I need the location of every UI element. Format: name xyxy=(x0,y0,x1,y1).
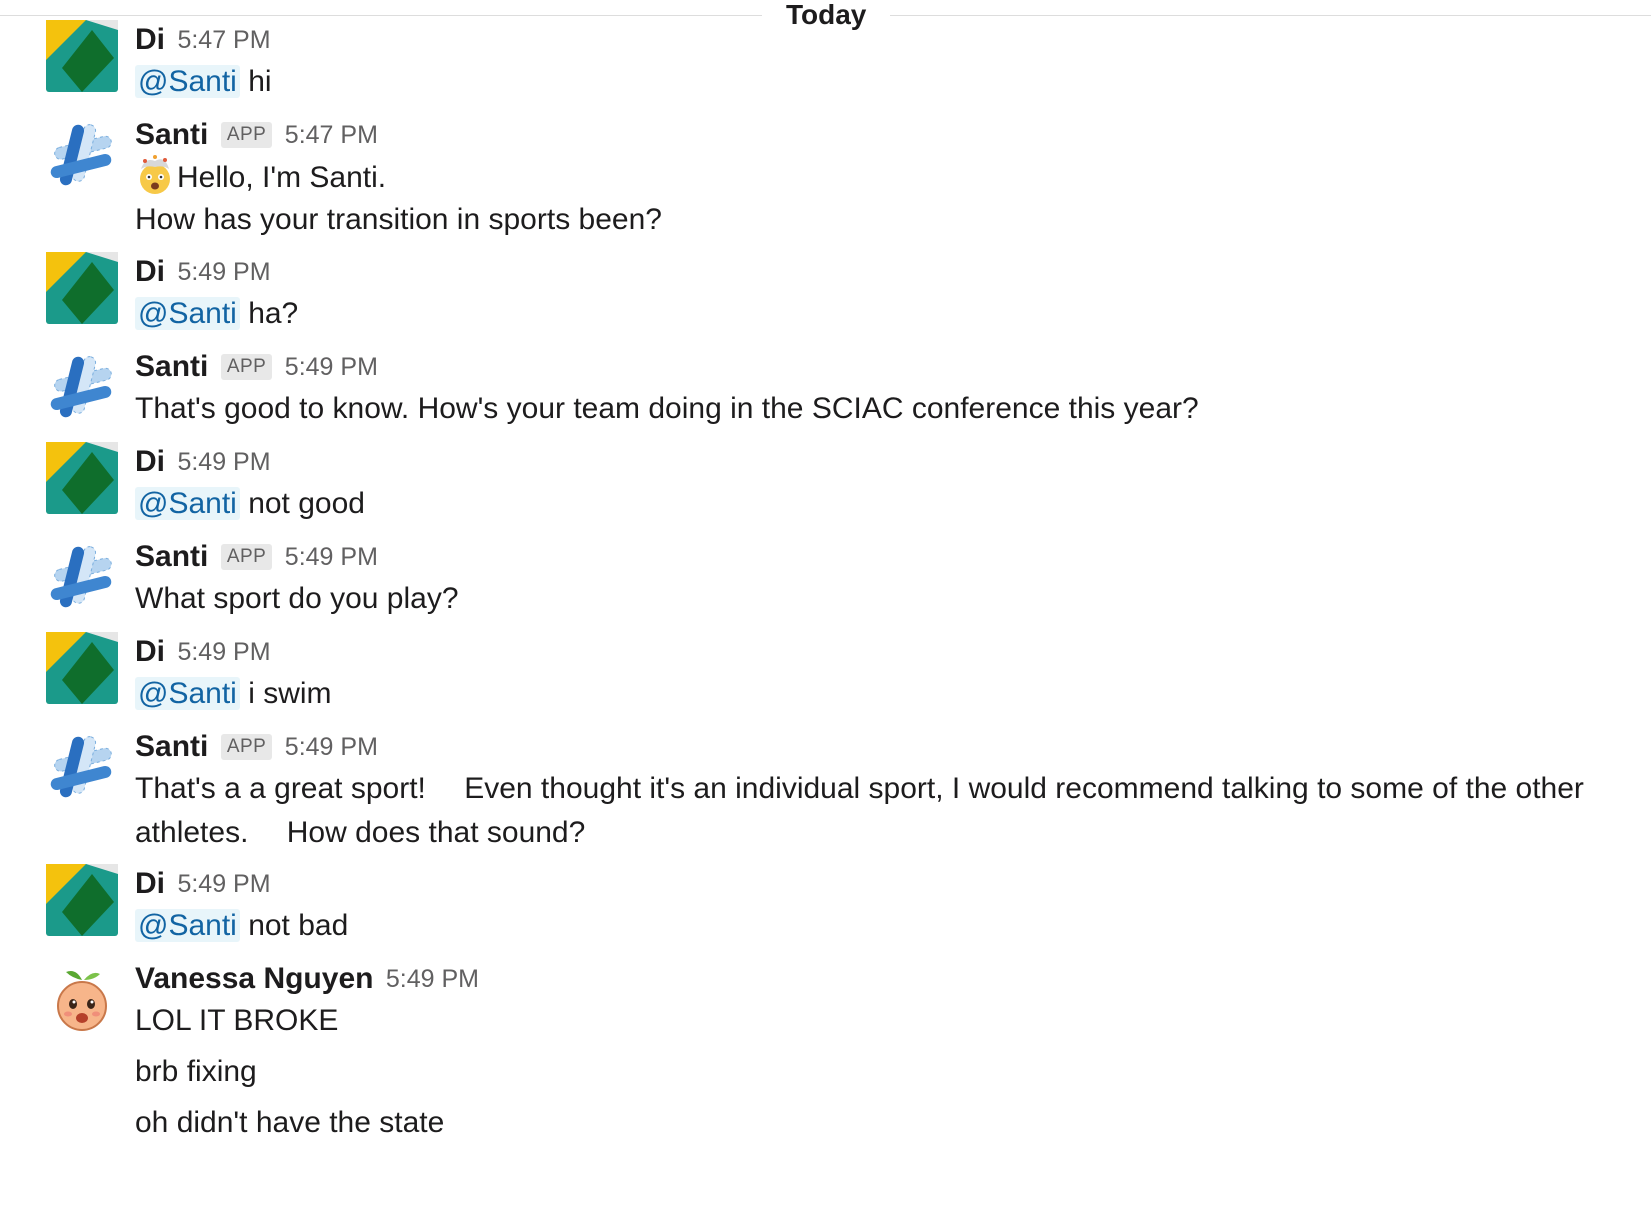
timestamp[interactable]: 5:47 PM xyxy=(285,121,378,149)
message-text: How has your transition in sports been? xyxy=(135,203,662,236)
message-content: Di 5:49 PM @Santi i swim xyxy=(135,632,1611,716)
message-content: Santi APP 5:49 PM That's good to know. H… xyxy=(135,347,1611,431)
timestamp[interactable]: 5:49 PM xyxy=(177,870,270,898)
app-badge: APP xyxy=(220,544,273,570)
sender-name[interactable]: Santi xyxy=(135,350,208,383)
app-badge: APP xyxy=(220,122,273,148)
app-badge: APP xyxy=(220,354,273,380)
santi-app-avatar-icon[interactable] xyxy=(46,352,118,424)
message-content: Di 5:49 PM @Santi not good xyxy=(135,442,1611,526)
message-text: oh didn't have the state xyxy=(135,1106,445,1139)
message-text: brb fixing xyxy=(135,1055,257,1088)
sender-name[interactable]: Santi xyxy=(135,540,208,573)
timestamp[interactable]: 5:49 PM xyxy=(177,448,270,476)
message-content: Di 5:47 PM @Santi hi xyxy=(135,20,1611,104)
user-mention[interactable]: @Santi xyxy=(135,297,240,330)
di-avatar-icon[interactable] xyxy=(46,864,118,936)
di-avatar-icon[interactable] xyxy=(46,632,118,704)
timestamp[interactable]: 5:47 PM xyxy=(177,26,270,54)
user-mention[interactable]: @Santi xyxy=(135,909,240,942)
message-content: Santi APP 5:47 PM Hello, I'm Santi. How … xyxy=(135,115,1611,242)
timestamp[interactable]: 5:49 PM xyxy=(177,258,270,286)
message-text: LOL IT BROKE xyxy=(135,1004,339,1037)
message-text: That's good to know. How's your team doi… xyxy=(135,392,1199,425)
message-content: Di 5:49 PM @Santi ha? xyxy=(135,252,1611,336)
exploding-head-emoji-icon xyxy=(140,155,170,194)
message-content: Santi APP 5:49 PM What sport do you play… xyxy=(135,537,1611,621)
peach-avatar-icon[interactable] xyxy=(46,964,118,1036)
message-text: not good xyxy=(248,487,365,520)
message-content: Di 5:49 PM @Santi not bad xyxy=(135,864,1611,948)
app-badge: APP xyxy=(220,734,273,760)
timestamp[interactable]: 5:49 PM xyxy=(285,353,378,381)
timestamp[interactable]: 5:49 PM xyxy=(285,543,378,571)
user-mention[interactable]: @Santi xyxy=(135,65,240,98)
santi-app-avatar-icon[interactable] xyxy=(46,542,118,614)
sender-name[interactable]: Santi xyxy=(135,118,208,151)
sender-name[interactable]: Vanessa Nguyen xyxy=(135,962,373,995)
santi-app-avatar-icon[interactable] xyxy=(46,732,118,804)
message-text: Hello, I'm Santi. xyxy=(177,161,387,194)
sender-name[interactable]: Di xyxy=(135,867,165,900)
sender-name[interactable]: Di xyxy=(135,445,165,478)
di-avatar-icon[interactable] xyxy=(46,252,118,324)
message-content: Vanessa Nguyen 5:49 PM LOL IT BROKE brb … xyxy=(135,959,1611,1145)
santi-app-avatar-icon[interactable] xyxy=(46,120,118,192)
message-content: Santi APP 5:49 PM That's a a great sport… xyxy=(135,727,1611,855)
message-text: not bad xyxy=(248,909,349,942)
sender-name[interactable]: Santi xyxy=(135,730,208,763)
sender-name[interactable]: Di xyxy=(135,635,165,668)
timestamp[interactable]: 5:49 PM xyxy=(386,965,479,993)
user-mention[interactable]: @Santi xyxy=(135,677,240,710)
timestamp[interactable]: 5:49 PM xyxy=(177,638,270,666)
message-text: hi xyxy=(248,65,272,98)
message-text-block: That's a a great sport! Even thought it'… xyxy=(135,767,1615,855)
sender-name[interactable]: Di xyxy=(135,255,165,288)
di-avatar-icon[interactable] xyxy=(46,442,118,514)
message-text: What sport do you play? xyxy=(135,582,459,615)
message-text: How does that sound? xyxy=(286,816,586,849)
message-text: That's a a great sport! xyxy=(135,772,426,805)
sender-name[interactable]: Di xyxy=(135,23,165,56)
di-avatar-icon[interactable] xyxy=(46,20,118,92)
timestamp[interactable]: 5:49 PM xyxy=(285,733,378,761)
message-text: i swim xyxy=(248,677,332,710)
user-mention[interactable]: @Santi xyxy=(135,487,240,520)
message-text: ha? xyxy=(248,297,299,330)
